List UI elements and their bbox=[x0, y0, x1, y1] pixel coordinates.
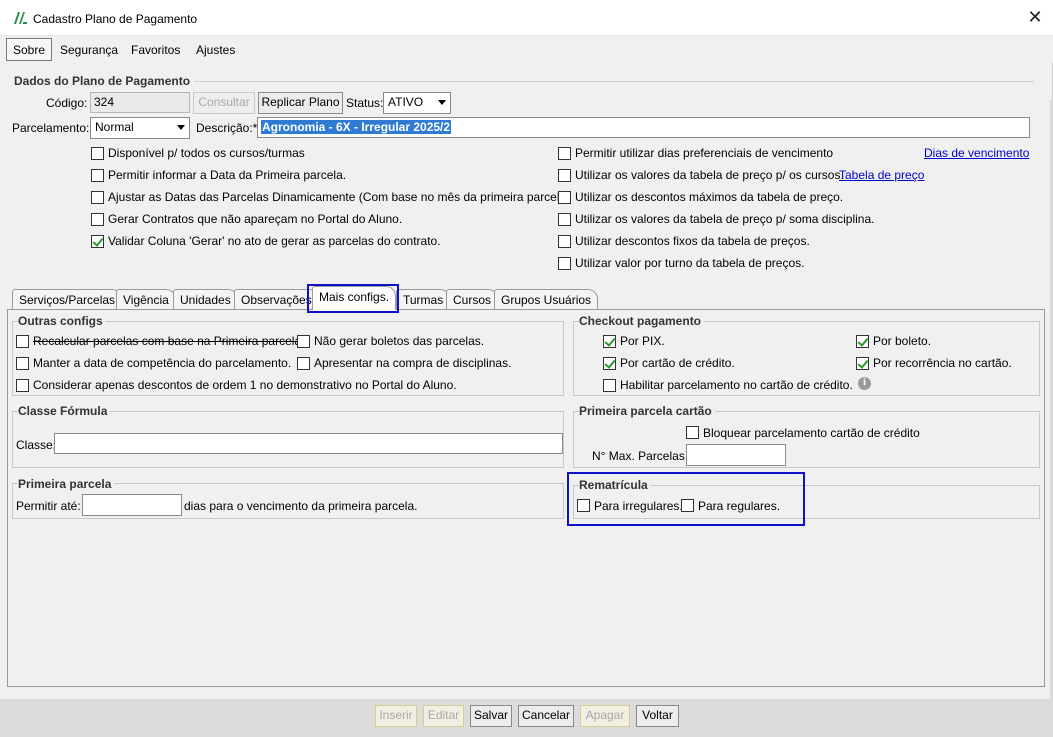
group-title: Primeira parcela bbox=[18, 477, 115, 491]
voltar-button[interactable]: Voltar bbox=[636, 705, 679, 727]
salvar-button[interactable]: Salvar bbox=[470, 705, 512, 727]
highlight-box-rematricula bbox=[567, 472, 805, 526]
group-title: Classe Fórmula bbox=[18, 404, 111, 418]
menu-sobre[interactable]: Sobre bbox=[6, 38, 53, 61]
checkbox-apresentar-compra[interactable] bbox=[297, 357, 310, 370]
checkbox-label: Utilizar os descontos máximos da tabela … bbox=[575, 190, 844, 204]
menu-ajustes[interactable]: Ajustes bbox=[196, 43, 235, 57]
inserir-button[interactable]: Inserir bbox=[375, 705, 417, 727]
permitir-ate-suffix: dias para o vencimento da primeira parce… bbox=[184, 499, 418, 513]
checkbox-descontos-maximos[interactable] bbox=[558, 191, 571, 204]
checkbox-label: Considerar apenas descontos de ordem 1 n… bbox=[33, 378, 457, 392]
replicar-plano-button[interactable]: Replicar Plano bbox=[258, 92, 343, 114]
checkbox-descontos-fixos[interactable] bbox=[558, 235, 571, 248]
checkbox-label: Utilizar valor por turno da tabela de pr… bbox=[575, 256, 805, 270]
editar-button[interactable]: Editar bbox=[423, 705, 464, 727]
tab-unidades[interactable]: Unidades bbox=[173, 289, 238, 309]
checkbox-gerar-contratos[interactable] bbox=[91, 213, 104, 226]
parcelamento-select[interactable]: Normal bbox=[90, 117, 190, 139]
dias-vencimento-link[interactable]: Dias de vencimento bbox=[924, 146, 1029, 160]
permitir-ate-field[interactable] bbox=[82, 494, 182, 516]
group-title: Checkout pagamento bbox=[579, 314, 705, 328]
app-logo-icon bbox=[14, 12, 27, 24]
chevron-down-icon bbox=[177, 125, 185, 130]
tabela-preco-link[interactable]: Tabela de preço bbox=[839, 168, 924, 182]
descricao-value: Agronomia - 6X - Irregular 2025/2 bbox=[261, 120, 452, 134]
checkbox-label: Apresentar na compra de disciplinas. bbox=[314, 356, 512, 370]
info-icon[interactable]: i bbox=[858, 377, 871, 390]
parcelamento-label: Parcelamento: bbox=[12, 121, 90, 135]
checkbox-label: Manter a data de competência do parcelam… bbox=[33, 356, 292, 370]
checkbox-label: Permitir informar a Data da Primeira par… bbox=[108, 168, 347, 182]
tab-observacoes[interactable]: Observações bbox=[234, 289, 319, 309]
status-label: Status: bbox=[346, 96, 384, 110]
checkbox-label: Bloquear parcelamento cartão de crédito bbox=[703, 426, 920, 440]
section-title-dados: Dados do Plano de Pagamento bbox=[14, 74, 195, 88]
main-window: Cadastro Plano de Pagamento ✕ Sobre Segu… bbox=[0, 0, 1053, 737]
checkbox-label: Disponível p/ todos os cursos/turmas bbox=[108, 146, 305, 160]
checkbox-label: Utilizar os valores da tabela de preço p… bbox=[575, 168, 844, 182]
menu-favoritos[interactable]: Favoritos bbox=[131, 43, 180, 57]
checkbox-label: Não gerar boletos das parcelas. bbox=[314, 334, 485, 348]
checkbox-label: Por recorrência no cartão. bbox=[873, 356, 1012, 370]
checkbox-ajustar-datas[interactable] bbox=[91, 191, 104, 204]
consultar-button[interactable]: Consultar bbox=[193, 92, 255, 114]
checkbox-valores-cursos[interactable] bbox=[558, 169, 571, 182]
classe-field[interactable] bbox=[54, 433, 563, 454]
checkbox-manter-competencia[interactable] bbox=[16, 357, 29, 370]
title-bar: Cadastro Plano de Pagamento ✕ bbox=[0, 0, 1053, 36]
checkbox-recalcular[interactable] bbox=[16, 335, 29, 348]
checkbox-recorrencia[interactable] bbox=[856, 357, 869, 370]
checkbox-pix[interactable] bbox=[603, 335, 616, 348]
group-title: Outras configs bbox=[18, 314, 106, 328]
group-title: Primeira parcela cartão bbox=[579, 404, 715, 418]
parcelamento-value: Normal bbox=[95, 120, 134, 134]
checkbox-label: Por boleto. bbox=[873, 334, 932, 348]
checkbox-bloquear-parcelamento[interactable] bbox=[686, 426, 699, 439]
checkbox-considerar-descontos[interactable] bbox=[16, 379, 29, 392]
classe-label: Classe: bbox=[16, 438, 57, 452]
apagar-button[interactable]: Apagar bbox=[580, 705, 630, 727]
checkbox-permitir-data[interactable] bbox=[91, 169, 104, 182]
codigo-field[interactable]: 324 bbox=[90, 92, 190, 113]
checkbox-label: Por cartão de crédito. bbox=[620, 356, 735, 370]
checkbox-label: Recalcular parcelas com base na Primeira… bbox=[33, 334, 305, 348]
checkbox-habilitar-parcelamento[interactable] bbox=[603, 379, 616, 392]
tab-vigencia[interactable]: Vigência bbox=[116, 289, 176, 309]
checkbox-label: Por PIX. bbox=[620, 334, 665, 348]
checkbox-label: Utilizar descontos fixos da tabela de pr… bbox=[575, 234, 810, 248]
checkbox-dias-preferenciais[interactable] bbox=[558, 147, 571, 160]
tab-cursos[interactable]: Cursos bbox=[446, 289, 499, 309]
checkbox-validar-coluna[interactable] bbox=[91, 235, 104, 248]
status-value: ATIVO bbox=[388, 95, 424, 109]
max-parcelas-label: N° Max. Parcelas: bbox=[592, 449, 689, 463]
permitir-ate-label: Permitir até: bbox=[16, 499, 81, 513]
checkbox-label: Gerar Contratos que não apareçam no Port… bbox=[108, 212, 403, 226]
max-parcelas-field[interactable] bbox=[686, 444, 786, 466]
descricao-label: Descrição:* bbox=[196, 121, 258, 135]
checkbox-cartao-credito[interactable] bbox=[603, 357, 616, 370]
tab-grupos-usuarios[interactable]: Grupos Usuários bbox=[494, 289, 599, 309]
checkbox-nao-gerar-boletos[interactable] bbox=[297, 335, 310, 348]
checkbox-label: Permitir utilizar dias preferenciais de … bbox=[575, 146, 834, 160]
checkbox-label: Habilitar parcelamento no cartão de créd… bbox=[620, 378, 853, 392]
checkbox-soma-disciplina[interactable] bbox=[558, 213, 571, 226]
highlight-box-tab bbox=[307, 284, 399, 313]
tab-turmas[interactable]: Turmas bbox=[396, 289, 451, 309]
menu-seguranca[interactable]: Segurança bbox=[60, 43, 118, 57]
chevron-down-icon bbox=[438, 100, 446, 105]
checkbox-label: Validar Coluna 'Gerar' no ato de gerar a… bbox=[108, 234, 441, 248]
close-icon[interactable]: ✕ bbox=[1024, 6, 1046, 30]
checkbox-disponivel[interactable] bbox=[91, 147, 104, 160]
descricao-field[interactable]: Agronomia - 6X - Irregular 2025/2 bbox=[257, 117, 1030, 138]
status-select[interactable]: ATIVO bbox=[383, 92, 451, 114]
checkbox-valor-turno[interactable] bbox=[558, 257, 571, 270]
codigo-label: Código: bbox=[46, 96, 88, 110]
cancelar-button[interactable]: Cancelar bbox=[518, 705, 574, 727]
checkbox-boleto[interactable] bbox=[856, 335, 869, 348]
checkbox-label: Utilizar os valores da tabela de preço p… bbox=[575, 212, 875, 226]
tab-servicos-parcelas[interactable]: Serviços/Parcelas bbox=[12, 289, 123, 309]
window-title: Cadastro Plano de Pagamento bbox=[33, 12, 198, 26]
checkbox-label: Ajustar as Datas das Parcelas Dinamicame… bbox=[108, 190, 571, 204]
